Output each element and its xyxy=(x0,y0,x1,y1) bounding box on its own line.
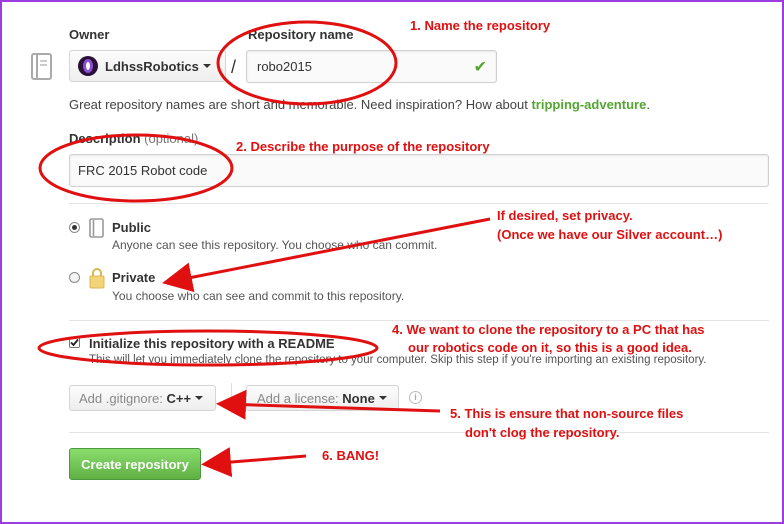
annotation-overlay xyxy=(37,20,491,478)
annotation-arrow-create xyxy=(201,447,307,478)
annotation-arrow-gitignore xyxy=(216,389,441,420)
annotation-5-line1: 5. This is ensure that non-source files xyxy=(450,406,684,421)
annotation-2: 2. Describe the purpose of the repositor… xyxy=(236,139,490,154)
annotation-ellipse-repo-name xyxy=(216,20,398,106)
annotation-arrow-privacy xyxy=(162,217,491,293)
annotation-3-line1: If desired, set privacy. xyxy=(497,208,633,223)
annotation-4-line1: 4. We want to clone the repository to a … xyxy=(392,322,705,337)
annotation-6: 6. BANG! xyxy=(322,448,380,463)
annotation-4-line2: our robotics code on it, so this is a go… xyxy=(408,340,692,355)
annotation-1: 1. Name the repository xyxy=(410,18,551,33)
annotation-ellipse-description xyxy=(38,133,234,203)
annotation-ellipse-readme xyxy=(37,329,379,367)
annotation-3-line2: (Once we have our Silver account…) xyxy=(497,227,723,242)
annotation-5-line2: don't clog the repository. xyxy=(465,425,620,440)
